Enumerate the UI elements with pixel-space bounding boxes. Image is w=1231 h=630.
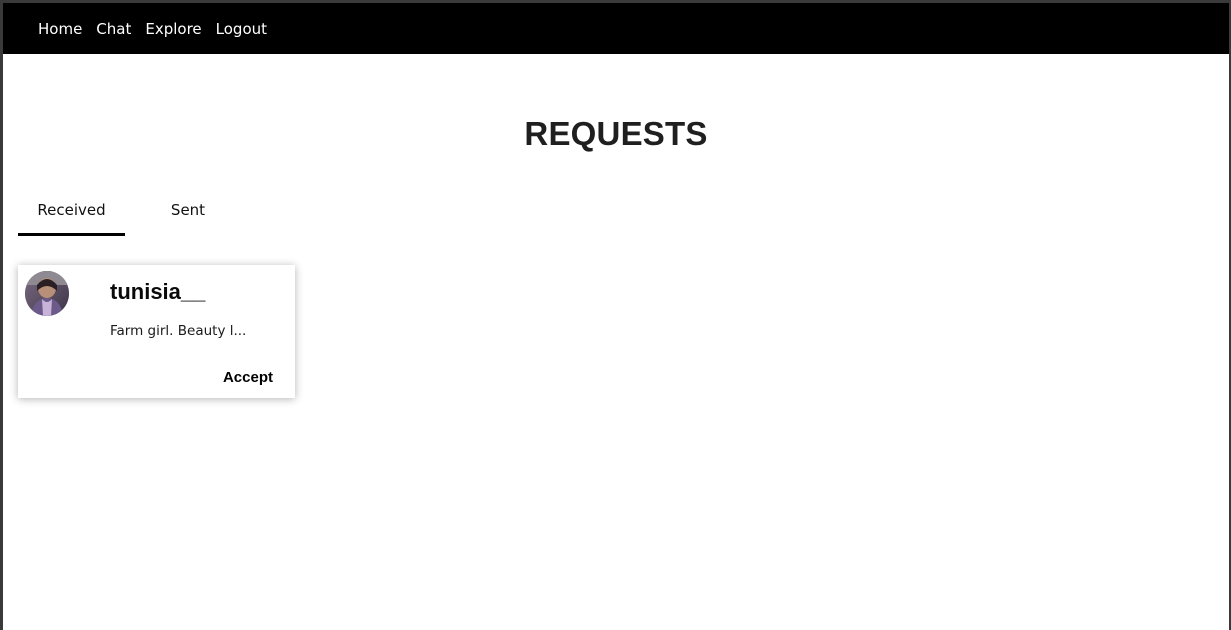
request-bio: Farm girl. Beauty l...	[110, 323, 247, 339]
request-username[interactable]: tunisia__	[110, 279, 205, 305]
active-tab-indicator	[18, 233, 125, 236]
accept-button[interactable]: Accept	[223, 369, 273, 386]
nav-home-link[interactable]: Home	[38, 20, 82, 38]
request-card: tunisia__ Farm girl. Beauty l... Accept	[18, 265, 295, 398]
nav-links: Home Chat Explore Logout	[38, 20, 281, 38]
nav-explore-link[interactable]: Explore	[145, 20, 201, 38]
tab-sent[interactable]: Sent	[138, 191, 238, 233]
avatar[interactable]	[25, 271, 69, 316]
avatar-photo-icon	[25, 271, 69, 316]
top-navbar: Home Chat Explore Logout	[3, 3, 1229, 54]
nav-chat-link[interactable]: Chat	[96, 20, 131, 38]
page-title: REQUESTS	[524, 115, 708, 153]
nav-logout-link[interactable]: Logout	[216, 20, 267, 38]
app-frame: Home Chat Explore Logout REQUESTS Receiv…	[3, 3, 1229, 630]
tab-received[interactable]: Received	[18, 191, 125, 233]
